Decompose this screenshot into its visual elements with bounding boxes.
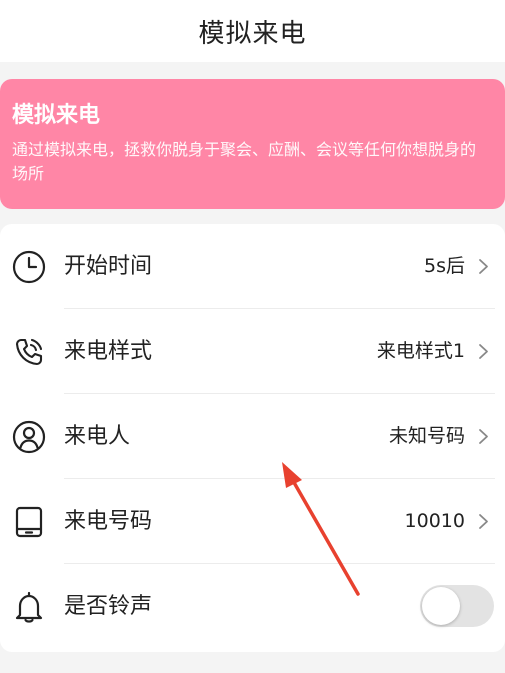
caller-number-value: 10010 [404, 510, 465, 532]
caller-value: 未知号码 [388, 425, 465, 447]
banner-description: 通过模拟来电，拯救你脱身于聚会、应酬、会议等任何你想脱身的场所 [12, 140, 477, 183]
settings-row-call-style[interactable]: 来电样式 来电样式1 [0, 309, 505, 394]
settings-row-label: 来电样式 [64, 339, 153, 364]
toggle-knob [422, 587, 460, 625]
settings-row-label: 来电人 [64, 424, 131, 449]
settings-row-start-time[interactable]: 开始时间 5s后 [0, 224, 505, 309]
settings-row-label: 开始时间 [64, 254, 153, 279]
chevron-right-icon [478, 428, 489, 445]
top-bar: 模拟来电 [0, 0, 505, 62]
chevron-right-icon [478, 258, 489, 275]
clock-icon [11, 249, 47, 285]
ringtone-toggle[interactable] [420, 585, 494, 627]
settings-row-ringtone: 是否铃声 [0, 564, 505, 649]
banner-title: 模拟来电 [12, 103, 101, 128]
chevron-right-icon [478, 343, 489, 360]
intro-banner: 模拟来电 通过模拟来电，拯救你脱身于聚会、应酬、会议等任何你想脱身的场所 [0, 79, 505, 209]
tablet-icon [11, 504, 47, 540]
settings-row-label: 来电号码 [64, 509, 153, 534]
person-icon [11, 419, 47, 455]
phone-call-icon [11, 334, 47, 370]
settings-row-caller-number[interactable]: 来电号码 10010 [0, 479, 505, 564]
chevron-right-icon [478, 513, 489, 530]
call-style-value: 来电样式1 [376, 340, 465, 362]
settings-card: 开始时间 5s后 来电样式 来电样式1 来电人 未知号码 来电号码 10010 … [0, 224, 505, 652]
page-title: 模拟来电 [198, 18, 307, 49]
settings-row-caller[interactable]: 来电人 未知号码 [0, 394, 505, 479]
bell-icon [11, 589, 47, 625]
settings-row-label: 是否铃声 [64, 594, 153, 619]
start-time-value: 5s后 [424, 255, 465, 277]
